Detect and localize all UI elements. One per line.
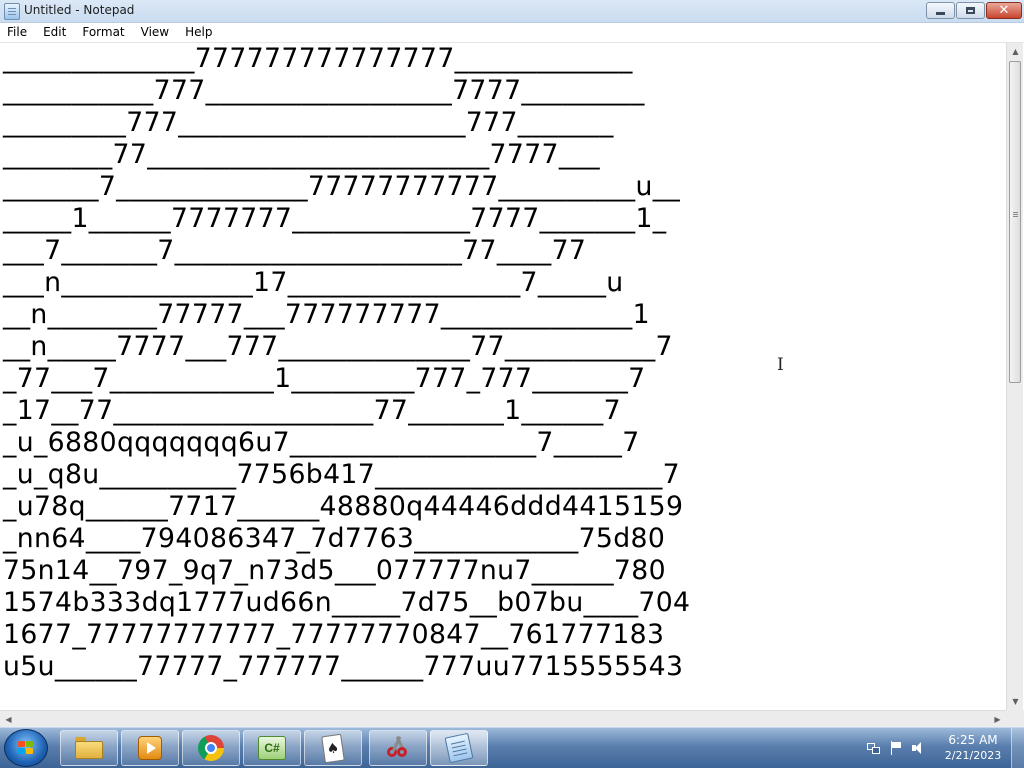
scroll-down-arrow-icon[interactable]: ▼	[1007, 693, 1024, 710]
text-line: ___n______________17_________________7__…	[3, 267, 624, 298]
vertical-scrollbar[interactable]: ▲ ▼	[1006, 43, 1023, 710]
taskbar: C# ♠ 6:25 AM 2/21/2023	[0, 727, 1024, 768]
text-line: 1574b333dq1777ud66n_____7d75__b07bu____7…	[3, 587, 691, 618]
windows-start-icon	[18, 741, 34, 755]
text-line: _u_6880qqqqqqq6u7__________________7____…	[3, 427, 640, 458]
vertical-scroll-thumb[interactable]	[1009, 61, 1021, 383]
size-grip	[1006, 710, 1024, 727]
taskbar-snipping-tool[interactable]	[369, 730, 427, 766]
menu-bar: File Edit Format View Help	[0, 23, 1024, 43]
solitaire-icon: ♠	[321, 733, 345, 763]
notepad-app-icon[interactable]	[4, 3, 20, 20]
editor-content[interactable]: ______________777777777777777___________…	[0, 43, 1006, 683]
system-tray: 6:25 AM 2/21/2023	[862, 728, 1024, 768]
scroll-up-arrow-icon[interactable]: ▲	[1007, 43, 1024, 60]
text-line: 75n14__797_9q7_n73d5___077777nu7______78…	[3, 555, 666, 586]
notepad-icon	[444, 732, 474, 764]
text-line: _________777_____________________777____…	[3, 107, 614, 138]
taskbar-solitaire[interactable]: ♠	[304, 730, 362, 766]
taskbar-csharp-project[interactable]: C#	[243, 730, 301, 766]
menu-format[interactable]: Format	[74, 23, 132, 42]
taskbar-chrome[interactable]	[182, 730, 240, 766]
grip-icon	[1013, 212, 1018, 213]
minimize-icon	[936, 12, 945, 15]
text-cursor-icon: I	[777, 355, 784, 375]
menu-edit[interactable]: Edit	[35, 23, 74, 42]
scroll-right-arrow-icon[interactable]: ▶	[989, 711, 1006, 728]
text-line: _u78q______7717______48880q44446ddd44151…	[3, 491, 684, 522]
clock[interactable]: 6:25 AM 2/21/2023	[938, 733, 1008, 763]
text-line: u5u______77777_777777______777uu77155555…	[3, 651, 684, 682]
text-line: _u_q8u__________7756b417________________…	[3, 459, 680, 490]
title-bar[interactable]: Untitled - Notepad ✕	[0, 0, 1024, 23]
text-line: _17__77___________________77_______1____…	[3, 395, 621, 426]
file-explorer-icon	[75, 737, 103, 759]
text-line: ___7_______7_____________________77____7…	[3, 235, 587, 266]
start-button[interactable]	[4, 729, 48, 767]
taskbar-media-player[interactable]	[121, 730, 179, 766]
text-line: _______7______________77777777777_______…	[3, 171, 681, 202]
text-line: __n________77777___777777777____________…	[3, 299, 650, 330]
maximize-button[interactable]	[956, 2, 985, 19]
restore-icon	[966, 7, 975, 14]
window-title: Untitled - Notepad	[24, 3, 135, 17]
volume-icon[interactable]	[912, 741, 926, 755]
text-line: ___________777__________________7777____…	[3, 75, 645, 106]
media-player-icon	[138, 736, 162, 760]
text-line: _____1______7777777_____________7777____…	[3, 203, 667, 234]
menu-help[interactable]: Help	[177, 23, 220, 42]
menu-file[interactable]: File	[0, 23, 35, 42]
taskbar-notepad[interactable]	[430, 730, 488, 766]
network-icon[interactable]	[867, 741, 881, 755]
chrome-icon	[198, 735, 224, 761]
clock-time: 6:25 AM	[948, 733, 998, 747]
text-line: 1677_77777777777_77777770847__761777183	[3, 619, 665, 650]
text-line: __n_____7777___777______________77______…	[3, 331, 673, 362]
text-editor[interactable]: ______________777777777777777___________…	[0, 43, 1006, 710]
close-button[interactable]: ✕	[986, 2, 1022, 19]
scroll-left-arrow-icon[interactable]: ◀	[0, 711, 17, 728]
text-line: _77___7____________1_________777_777____…	[3, 363, 646, 394]
text-line: ______________777777777777777___________…	[3, 43, 633, 74]
minimize-button[interactable]	[926, 2, 955, 19]
action-center-flag-icon[interactable]	[890, 741, 904, 755]
close-icon: ✕	[998, 3, 1010, 18]
snipping-tool-icon	[385, 735, 411, 761]
show-desktop-button[interactable]	[1011, 728, 1024, 768]
text-line: ________77_________________________7777_…	[3, 139, 600, 170]
clock-date: 2/21/2023	[944, 749, 1002, 762]
csharp-project-icon: C#	[258, 736, 286, 760]
menu-view[interactable]: View	[133, 23, 177, 42]
taskbar-file-explorer[interactable]	[60, 730, 118, 766]
text-line: _nn64____794086347_7d7763____________75d…	[3, 523, 666, 554]
horizontal-scrollbar[interactable]: ◀ ▶	[0, 710, 1006, 727]
